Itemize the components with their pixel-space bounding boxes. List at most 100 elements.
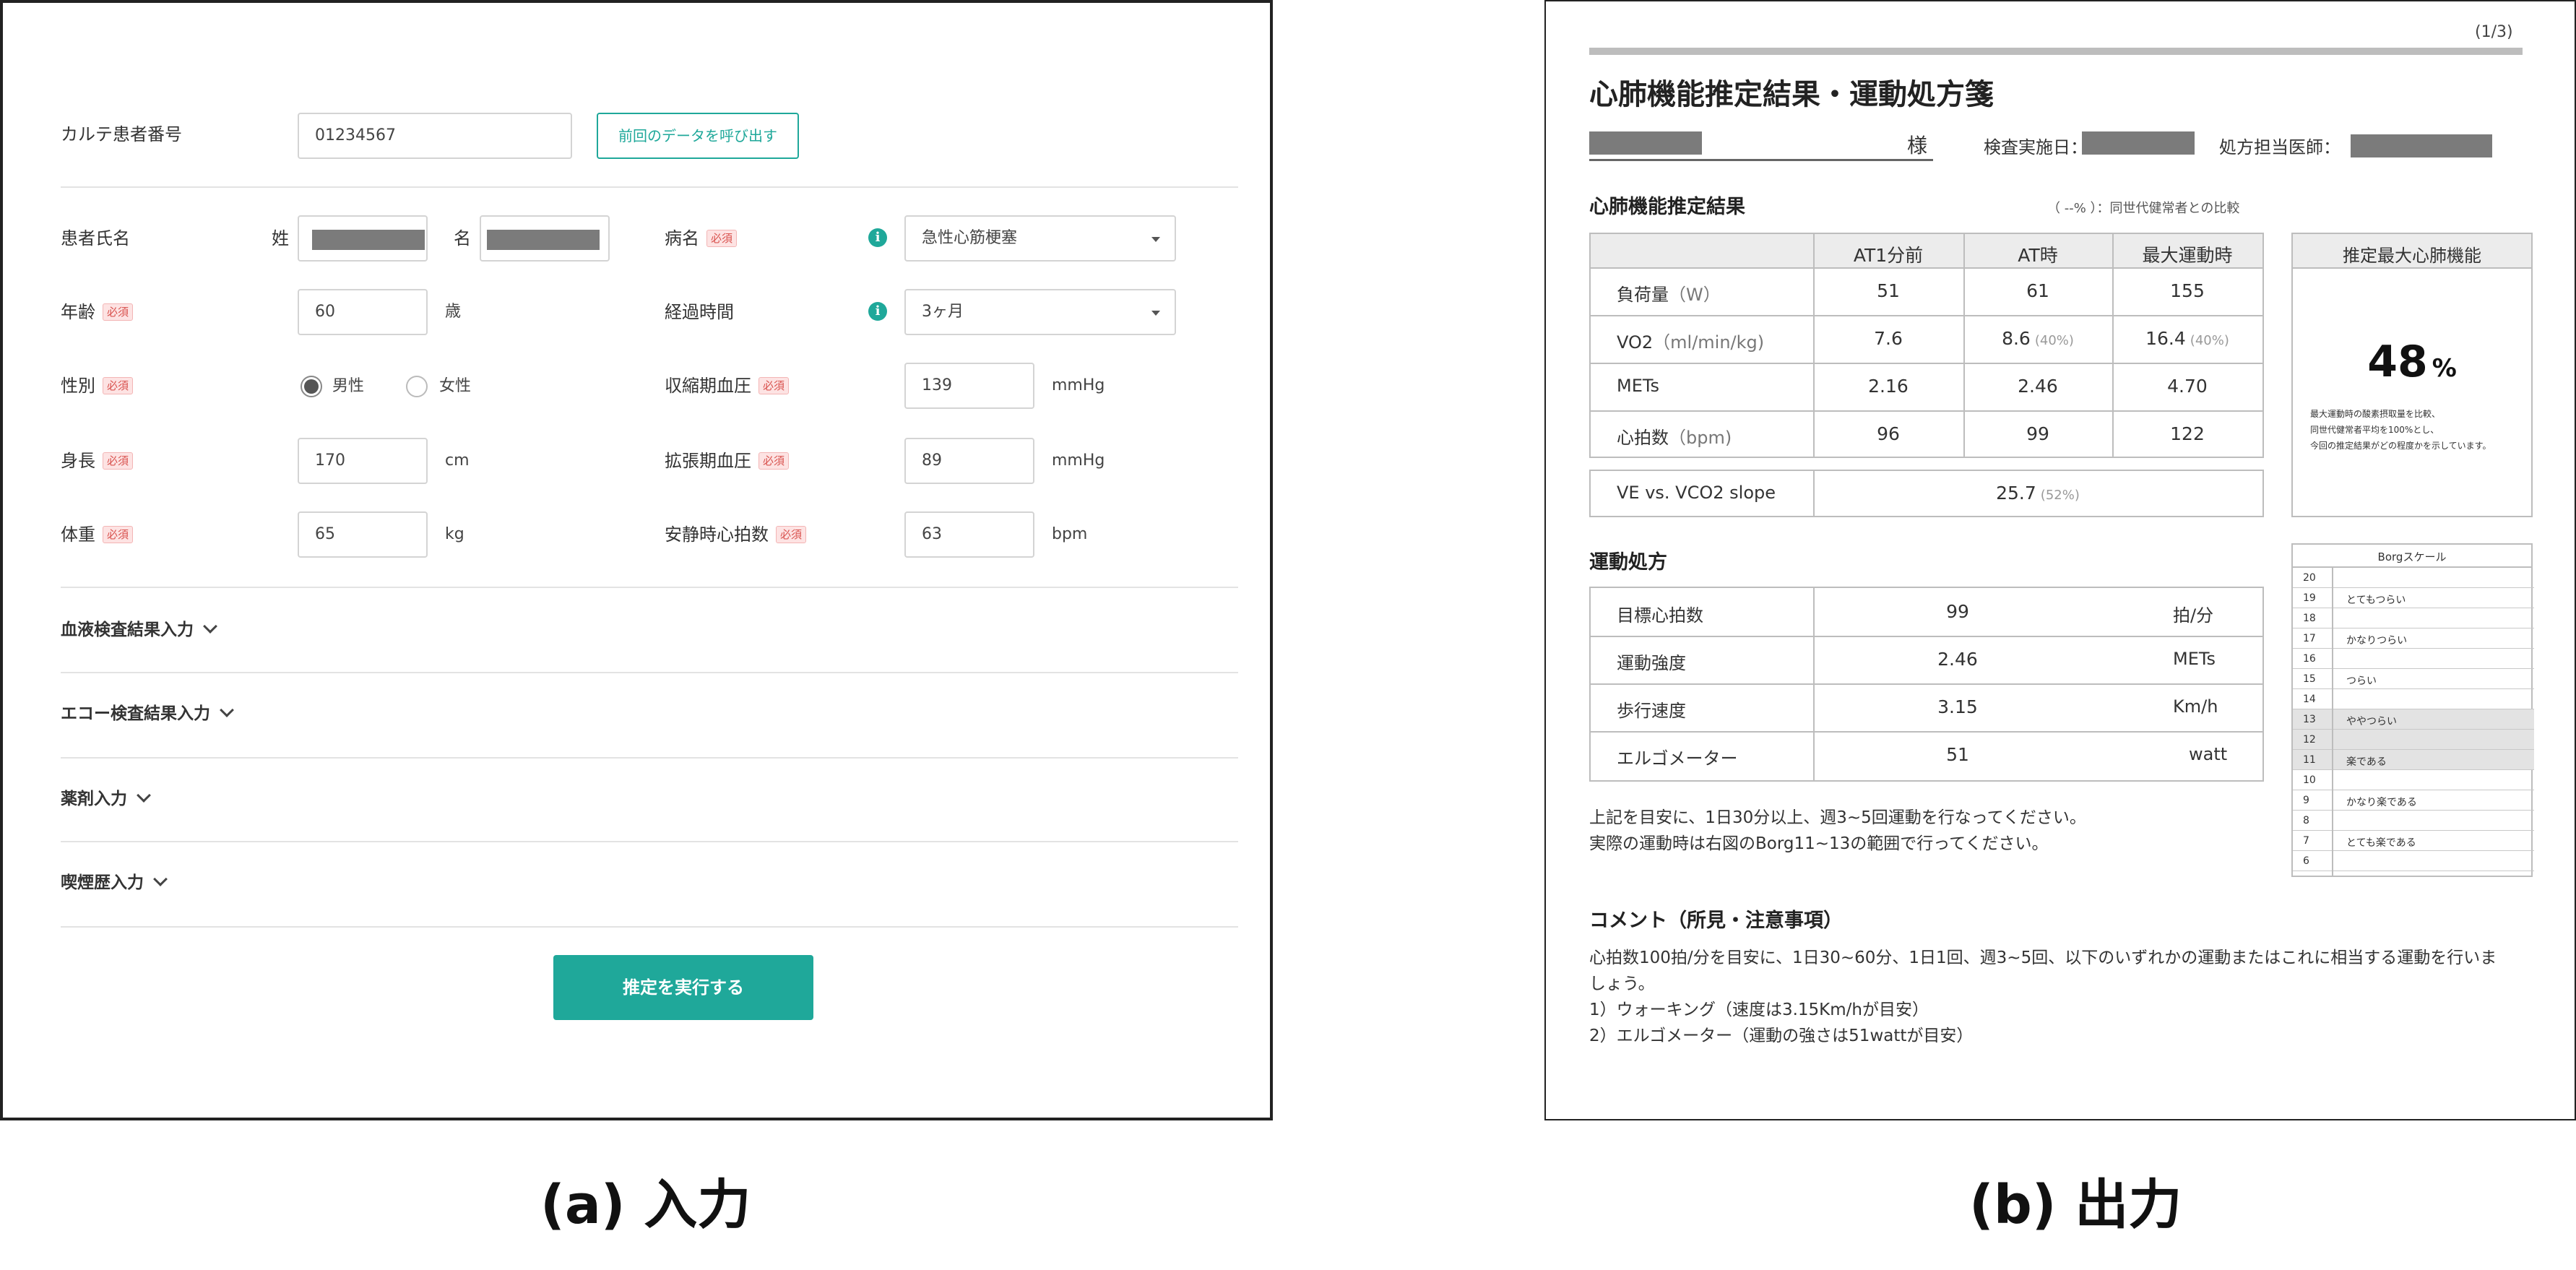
cpx-heading: 心肺機能推定結果 [1589,196,1745,218]
section-blood-test-toggle[interactable]: 血液検査結果入力 [61,618,217,642]
systolic-bp-input[interactable]: 139 [904,363,1034,409]
chevron-down-icon [153,872,168,886]
borg-score: 16 [2303,653,2316,665]
info-icon[interactable]: i [868,302,887,321]
resting-hr-input[interactable]: 63 [904,511,1034,558]
borg-row: 19 とてもつらい [2293,588,2534,608]
borg-row: 12 [2293,730,2534,750]
borg-row: 9 かなり楽である [2293,790,2534,811]
required-badge: 必須 [103,377,134,394]
section-echo-test-toggle[interactable]: エコー検査結果入力 [61,702,234,725]
borg-score: 6 [2303,855,2309,867]
borg-row: 7 とても楽である [2293,831,2534,851]
rx-note: 上記を目安に、1日30分以上、週3~5回運動を行なってください。 [1589,808,2086,827]
borg-description: とてもつらい [2346,595,2406,606]
caption-a: (a) 入力 [540,1174,751,1236]
page-indicator: (1/3) [2475,23,2513,41]
borg-row: 6 [2293,851,2534,871]
required-badge: 必須 [103,526,134,543]
borg-score: 11 [2303,754,2316,766]
resting-hr-label: 安静時心拍数 必須 [665,523,807,546]
table-cell: 155 [2170,280,2205,301]
chevron-down-icon [137,788,151,803]
borg-row: 18 [2293,608,2534,628]
diastolic-bp-input[interactable]: 89 [904,438,1034,484]
borg-row: 15 つらい [2293,669,2534,689]
info-icon[interactable]: i [868,228,887,247]
divider [61,587,1238,588]
borg-rows: 20 19 とてもつらい 18 17 かなりつらい 16 15 つらい 14 13 ややつらい 12 11… [2293,568,2534,874]
table-cell: 8.6 (40%) [2002,328,2074,349]
row-divider [1591,315,2262,316]
max-box-title: 推定最大心肺機能 [2343,246,2481,266]
systolic-bp-unit: mmHg [1052,376,1105,394]
section-medication-toggle[interactable]: 薬剤入力 [61,787,151,811]
run-estimation-button[interactable]: 推定を実行する [553,955,813,1020]
row-divider [2293,267,2531,269]
disease-select[interactable]: 急性心筋梗塞 [904,215,1176,262]
rx-heading: 運動処方 [1589,551,1667,574]
row-label: VO2（ml/min/kg) [1617,332,1765,353]
honorific: 様 [1907,134,1928,157]
borg-description: とても楽である [2346,837,2416,849]
systolic-bp-label: 収縮期血圧 必須 [665,374,790,397]
sex-label: 性別 必須 [61,374,134,397]
slope-table: VE vs. VCO2 slope 25.7 (52%) [1589,470,2264,517]
rx-value: 99 [1946,601,1969,622]
row-divider [1591,731,2262,733]
required-badge: 必須 [776,526,807,543]
table-cell: 61 [2026,280,2049,301]
section-smoking-toggle[interactable]: 喫煙歴入力 [61,871,168,894]
header-rule [1589,48,2523,55]
max-value: 48% [2367,337,2457,387]
elapsed-time-select[interactable]: 3ヶ月 [904,289,1176,335]
borg-score: 15 [2303,673,2316,685]
weight-label: 体重 必須 [61,523,134,546]
borg-score: 20 [2303,572,2316,584]
table-header: AT時 [2018,245,2058,266]
required-badge: 必須 [103,303,134,321]
height-input[interactable]: 170 [298,438,428,484]
radio-male-label[interactable]: 男性 [332,375,364,398]
rx-unit: watt [2189,744,2228,764]
weight-unit: kg [445,525,464,543]
borg-score: 13 [2303,714,2316,725]
rx-note: 実際の運動時は右図のBorg11~13の範囲で行ってください。 [1589,834,2049,853]
doctor-label: 処方担当医師： [2219,137,2341,157]
weight-input[interactable]: 65 [298,511,428,558]
name-underline [1589,159,1933,161]
borg-row: 17 かなりつらい [2293,628,2534,649]
family-name-label: 姓 [272,228,289,249]
redacted-family-name [312,230,425,250]
row-divider [1591,410,2262,412]
slope-value: 25.7 (52%) [1996,483,2080,504]
radio-male[interactable] [301,376,322,397]
table-cell: 4.70 [2167,376,2208,397]
max-note: 今回の推定結果がどの程度かを示しています。 [2310,441,2491,451]
rx-table: 目標心拍数 99 拍/分 運動強度 2.46 METs 歩行速度 3.15 Km… [1589,587,2264,782]
given-name-label: 名 [454,228,471,249]
rx-unit: 拍/分 [2173,605,2214,626]
patient-id-input[interactable]: 01234567 [298,113,572,159]
resting-hr-unit: bpm [1052,525,1088,543]
borg-score: 12 [2303,734,2316,746]
borg-row: 14 [2293,689,2534,709]
chevron-down-icon [1151,311,1160,316]
max-note: 最大運動時の酸素摂取量を比較、 [2310,409,2441,419]
table-header: 最大運動時 [2142,245,2233,266]
borg-row: 16 [2293,649,2534,669]
age-input[interactable]: 60 [298,289,428,335]
borg-description: つらい [2346,675,2377,687]
radio-female[interactable] [406,376,428,397]
row-divider [1591,683,2262,685]
borg-title: Borgスケール [2377,550,2447,563]
table-cell: 2.16 [1868,376,1909,397]
divider [61,926,1238,928]
age-label: 年齢 必須 [61,301,134,324]
radio-female-label[interactable]: 女性 [439,375,471,398]
row-divider [1591,267,2262,269]
patient-id-label: カルテ患者番号 [61,124,182,144]
row-divider [1591,636,2262,637]
load-previous-button[interactable]: 前回のデータを呼び出す [597,113,799,159]
divider [61,672,1238,673]
